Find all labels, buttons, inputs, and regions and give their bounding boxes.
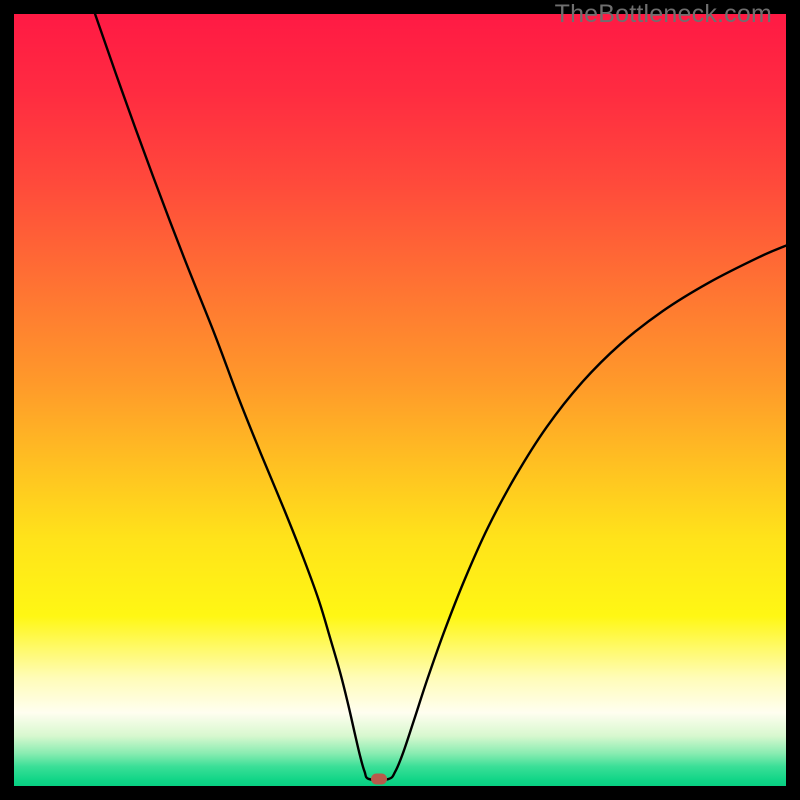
watermark-text: TheBottleneck.com [555, 0, 772, 29]
chart-frame [14, 14, 786, 786]
optimal-marker [371, 774, 387, 785]
bottleneck-chart [14, 14, 786, 786]
heatmap-background [14, 14, 786, 786]
